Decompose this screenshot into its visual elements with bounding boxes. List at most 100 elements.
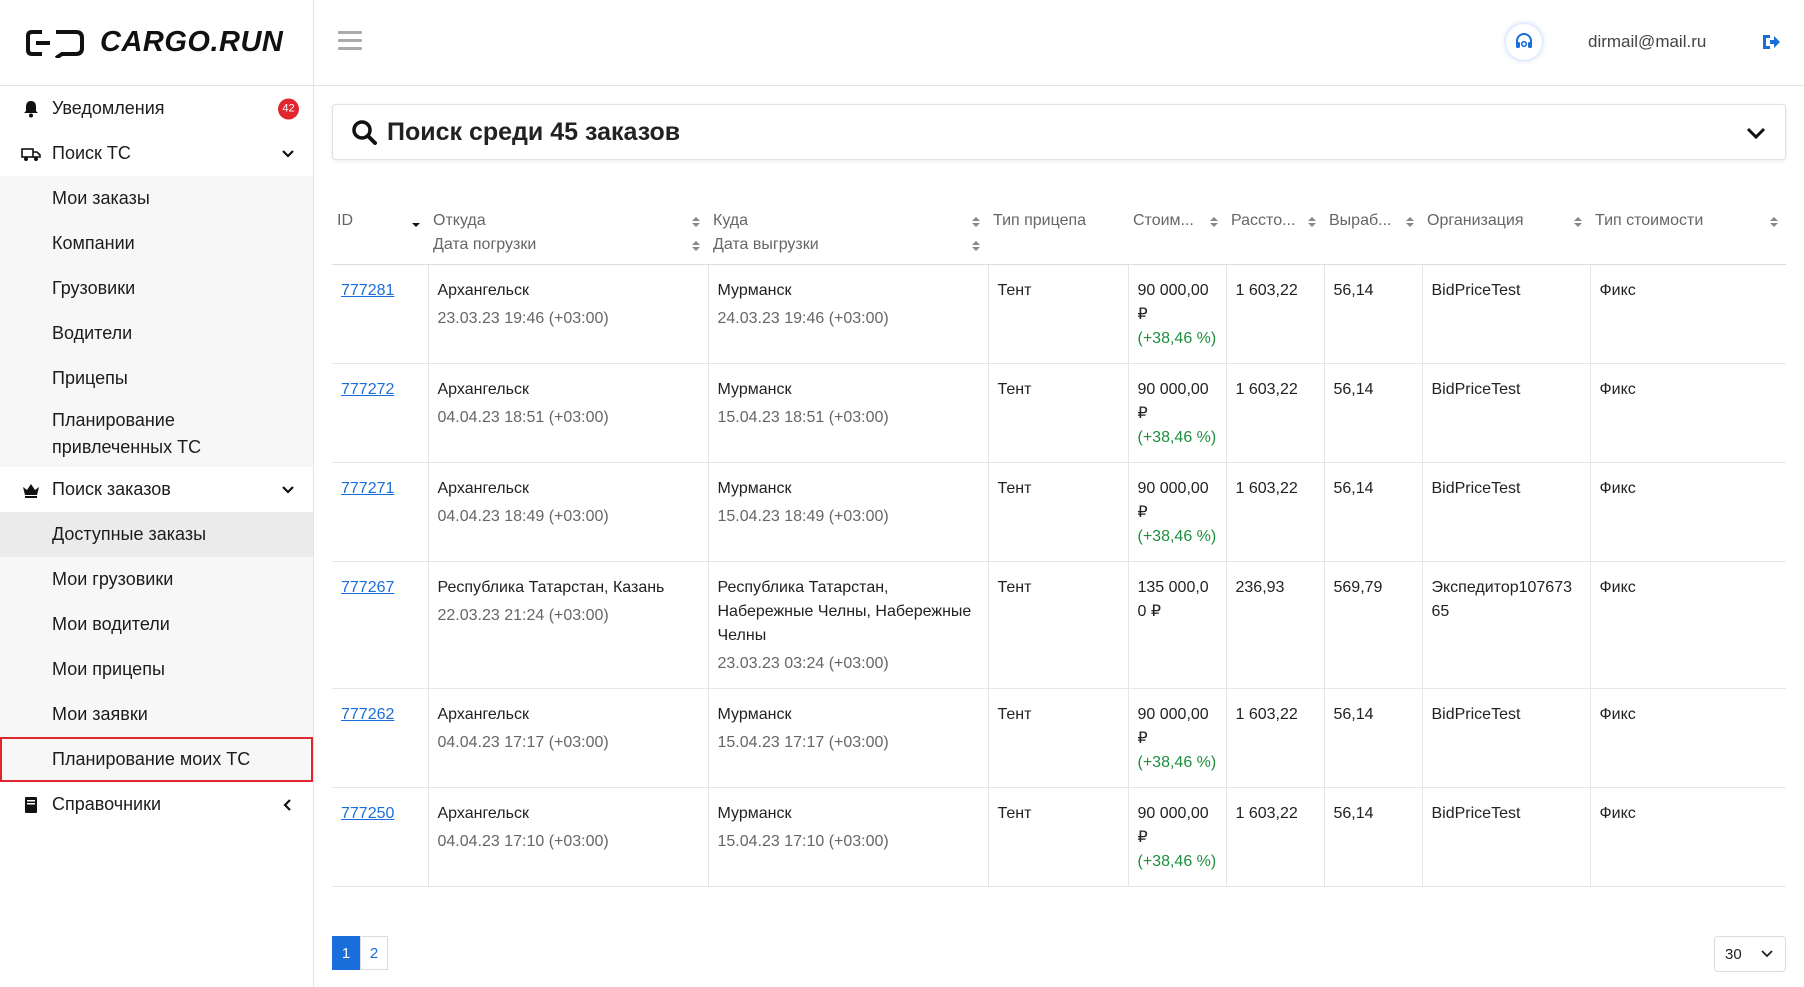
col-unload-date[interactable]: Дата выгрузки [708,230,988,265]
cell-cost-type: Фикс [1589,462,1786,562]
col-distance[interactable]: Рассто... [1226,200,1324,230]
truck-icon [20,143,42,165]
cell-output: 56,14 [1323,363,1422,463]
order-id-link[interactable]: 777271 [341,480,394,497]
sidebar-item-label: Мои прицепы [52,659,165,679]
cell-trailer: Тент [987,561,1128,689]
sidebar-item-label: Мои заказы [52,188,150,208]
order-id-link[interactable]: 777281 [341,282,394,299]
sidebar-item-available-orders[interactable]: Доступные заказы [0,512,313,557]
col-from[interactable]: Откуда [428,200,708,230]
sidebar-item-my-requests[interactable]: Мои заявки [0,692,313,737]
logout-icon[interactable] [1760,32,1782,52]
sidebar-item-attracted-vehicle-planning[interactable]: Планирование привлеченных ТС [0,401,313,467]
sidebar-item-my-trailers[interactable]: Мои прицепы [0,647,313,692]
cell-output: 56,14 [1323,264,1422,364]
cell-to: Мурманск 15.04.23 17:17 (+03:00) [707,688,988,788]
col-cost-type[interactable]: Тип стоимости [1590,200,1786,230]
sidebar-item-my-vehicle-planning[interactable]: Планирование моих ТС [0,737,313,782]
to-city: Мурманск [717,479,792,497]
cell-distance: 236,93 [1225,561,1324,689]
sidebar-item-trailers[interactable]: Прицепы [0,356,313,401]
header-label: Организация [1427,212,1524,229]
cost-value: 90 000,00 ₽ [1137,705,1209,747]
table-row[interactable]: 777267 Республика Татарстан, Казань 22.03.… [332,561,1786,689]
sidebar-item-companies[interactable]: Компании [0,221,313,266]
support-icon[interactable] [1506,24,1542,60]
sidebar-item-directories[interactable]: Справочники [0,782,313,827]
header-label: Дата выгрузки [713,236,819,253]
cell-id: 777250 [332,787,428,887]
sidebar-item-my-trucks[interactable]: Мои грузовики [0,557,313,602]
table-row[interactable]: 777271 Архангельск 04.04.23 18:49 (+03:00)… [332,462,1786,562]
order-search-panel[interactable]: Поиск среди 45 заказов [332,104,1786,160]
page-button-2[interactable]: 2 [360,936,388,970]
from-city: Архангельск [437,281,529,299]
table-row[interactable]: 777262 Архангельск 04.04.23 17:17 (+03:00)… [332,688,1786,788]
sidebar-item-drivers[interactable]: Водители [0,311,313,356]
col-load-date[interactable]: Дата погрузки [428,230,708,265]
unload-date: 15.04.23 17:10 (+03:00) [717,832,889,850]
cell-id: 777267 [332,561,428,689]
sort-icon [1574,217,1582,227]
load-date: 23.03.23 19:46 (+03:00) [437,309,609,327]
sort-icon [692,241,700,251]
to-city: Мурманск [717,804,792,822]
chevron-down-icon [282,485,294,494]
sort-desc-icon [412,223,420,227]
sidebar-item-trucks[interactable]: Грузовики [0,266,313,311]
cost-value: 90 000,00 ₽ [1137,281,1209,323]
cell-id: 777262 [332,688,428,788]
cell-cost: 135 000,00 ₽ [1127,561,1226,689]
col-output[interactable]: Выраб... [1324,200,1422,230]
cost-delta: (+38,46 %) [1137,753,1217,771]
order-id-link[interactable]: 777272 [341,381,394,398]
search-icon [352,120,377,145]
cell-organization: BidPriceTest [1421,462,1590,562]
page-button-1[interactable]: 1 [332,936,360,970]
order-id-link[interactable]: 777250 [341,805,394,822]
brand-name: CARGO.RUN [100,26,284,58]
sidebar-item-label: Справочники [52,794,162,814]
cell-to: Мурманск 15.04.23 18:49 (+03:00) [707,462,988,562]
cell-organization: BidPriceTest [1421,264,1590,364]
load-date: 22.03.23 21:24 (+03:00) [437,606,609,624]
from-city: Архангельск [437,380,529,398]
load-date: 04.04.23 17:17 (+03:00) [437,733,609,751]
logo[interactable]: CARGO.RUN [0,0,313,86]
col-cost[interactable]: Стоим... [1128,200,1226,230]
per-page-value: 30 [1725,945,1742,963]
cell-from: Республика Татарстан, Казань 22.03.23 21:… [427,561,708,689]
cost-value: 90 000,00 ₽ [1137,380,1209,422]
chevron-down-icon[interactable] [1745,123,1767,143]
per-page-select[interactable]: 30 [1714,936,1786,972]
cell-distance: 1 603,22 [1225,264,1324,364]
cell-cost-type: Фикс [1589,561,1786,689]
sidebar-item-label: Доступные заказы [52,524,207,544]
user-email[interactable]: dirmail@mail.ru [1588,32,1706,52]
unload-date: 24.03.23 19:46 (+03:00) [717,309,889,327]
menu-toggle-icon[interactable] [338,31,362,51]
sidebar-item-my-drivers[interactable]: Мои водители [0,602,313,647]
table-row[interactable]: 777281 Архангельск 23.03.23 19:46 (+03:00)… [332,264,1786,364]
table-row[interactable]: 777250 Архангельск 04.04.23 17:10 (+03:00)… [332,787,1786,887]
unload-date: 23.03.23 03:24 (+03:00) [717,654,889,672]
cell-distance: 1 603,22 [1225,363,1324,463]
order-id-link[interactable]: 777262 [341,706,394,723]
col-to[interactable]: Куда [708,200,988,230]
header-label: Дата погрузки [433,236,537,253]
sidebar-item-my-orders[interactable]: Мои заказы [0,176,313,221]
sidebar-item-notifications[interactable]: Уведомления 42 [0,86,313,131]
cost-value: 90 000,00 ₽ [1137,479,1209,521]
to-city: Мурманск [717,705,792,723]
order-id-link[interactable]: 777267 [341,579,394,596]
cell-from: Архангельск 04.04.23 18:51 (+03:00) [427,363,708,463]
col-id[interactable]: ID [332,200,428,230]
sidebar-item-vehicle-search[interactable]: Поиск ТС [0,131,313,176]
from-city: Архангельск [437,804,529,822]
table-row[interactable]: 777272 Архангельск 04.04.23 18:51 (+03:00)… [332,363,1786,463]
sort-icon [1210,217,1218,227]
sidebar-item-order-search[interactable]: Поиск заказов [0,467,313,512]
col-organization[interactable]: Организация [1422,200,1590,230]
cell-cost: 90 000,00 ₽ (+38,46 %) [1127,264,1226,364]
